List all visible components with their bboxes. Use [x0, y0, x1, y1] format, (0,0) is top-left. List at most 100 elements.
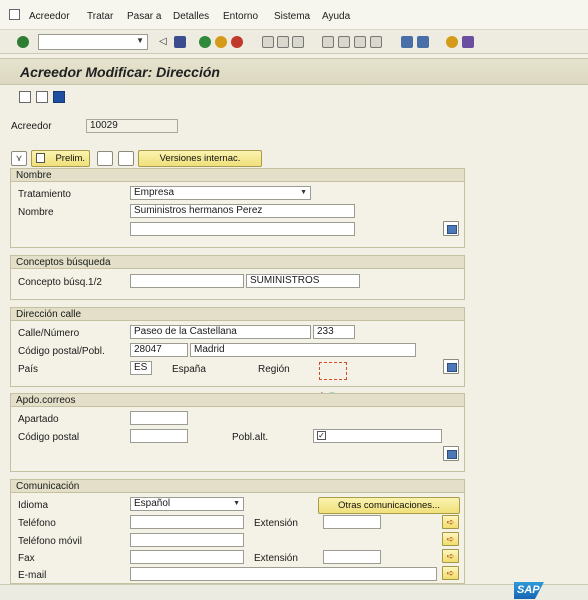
- fax-label: Fax: [18, 553, 35, 564]
- poblacion-field[interactable]: Madrid: [190, 343, 416, 357]
- apdo-cp-label: Código postal: [18, 432, 80, 443]
- command-field[interactable]: ▼: [38, 34, 148, 50]
- layout-icon[interactable]: [462, 36, 474, 48]
- fax-extension-label: Extensión: [254, 553, 298, 564]
- prelim-button[interactable]: Prelim.: [31, 150, 90, 167]
- copy-icon[interactable]: [118, 151, 134, 166]
- region-label: Región: [258, 364, 290, 375]
- nombre-field[interactable]: Suministros hermanos Perez: [130, 204, 355, 218]
- fax-more-icon[interactable]: ➪: [442, 549, 459, 563]
- versiones-internac-button[interactable]: Versiones internac.: [138, 150, 262, 167]
- name-detail-icon[interactable]: [443, 221, 459, 236]
- apartado-field[interactable]: [130, 411, 188, 425]
- chevron-down-icon: ▼: [233, 500, 240, 507]
- next-page-icon[interactable]: [354, 36, 366, 48]
- nombre-label: Nombre: [18, 207, 54, 218]
- find-icon[interactable]: [277, 36, 289, 48]
- tratamiento-select[interactable]: Empresa ▼: [130, 186, 311, 200]
- other-vendor-icon[interactable]: [36, 91, 48, 103]
- region-field[interactable]: [319, 362, 347, 380]
- email-more-icon[interactable]: ➪: [442, 566, 459, 580]
- pais-label: País: [18, 364, 39, 375]
- tratamiento-value: Empresa: [134, 187, 175, 198]
- find-next-icon[interactable]: [292, 36, 304, 48]
- tratamiento-label: Tratamiento: [18, 189, 71, 200]
- concepto1-field[interactable]: [130, 274, 244, 288]
- menu-detalles[interactable]: Detalles: [173, 11, 209, 22]
- new-session-icon[interactable]: [401, 36, 413, 48]
- comunicacion-group-title: Comunicación: [11, 480, 464, 493]
- email-field[interactable]: [130, 567, 437, 581]
- nombre-group-title: Nombre: [11, 169, 464, 182]
- busqueda-group-title: Conceptos búsqueda: [11, 256, 464, 269]
- idioma-value: Español: [134, 498, 171, 509]
- expand-icon[interactable]: ⋎: [11, 151, 27, 166]
- standard-toolbar: ▼ ◁: [0, 30, 588, 54]
- telefono-field[interactable]: [130, 515, 244, 529]
- chevron-down-icon: ▼: [300, 189, 307, 196]
- first-page-icon[interactable]: [322, 36, 334, 48]
- movil-more-icon[interactable]: ➪: [442, 532, 459, 546]
- acreedor-field: 10029: [86, 119, 178, 133]
- page-title: Acreedor Modificar: Dirección: [20, 64, 220, 80]
- address-detail-icon[interactable]: [443, 359, 459, 374]
- poblalt-field[interactable]: ✓: [313, 429, 442, 443]
- otras-comunicaciones-button[interactable]: Otras comunicaciones...: [318, 497, 460, 514]
- shortcut-icon[interactable]: [417, 36, 429, 48]
- numero-field[interactable]: 233: [313, 325, 355, 339]
- nombre2-field[interactable]: [130, 222, 355, 236]
- apdo-cp-field[interactable]: [130, 429, 188, 443]
- idioma-select[interactable]: Español ▼: [130, 497, 244, 511]
- idioma-label: Idioma: [18, 500, 49, 511]
- fax-field[interactable]: [130, 550, 244, 564]
- poblalt-label: Pobl.alt.: [232, 432, 269, 443]
- menu-pasar-a[interactable]: Pasar a: [127, 11, 161, 22]
- back-icon[interactable]: [199, 36, 211, 48]
- exit-icon[interactable]: [215, 36, 227, 48]
- menu-sistema[interactable]: Sistema: [274, 11, 310, 22]
- cp-label: Código postal/Pobl.: [18, 346, 105, 357]
- menu-acreedor[interactable]: Acreedor: [29, 11, 70, 22]
- concepto-label: Concepto búsq.1/2: [18, 277, 102, 288]
- fax-extension-field[interactable]: [323, 550, 381, 564]
- preview-icon: [36, 153, 45, 163]
- extension-field[interactable]: [323, 515, 381, 529]
- last-page-icon[interactable]: [370, 36, 382, 48]
- email-label: E-mail: [18, 570, 47, 581]
- enter-check-icon[interactable]: [17, 36, 29, 48]
- back-arrow-icon[interactable]: ◁: [159, 36, 171, 48]
- menu-tratar[interactable]: Tratar: [87, 11, 113, 22]
- display-change-icon[interactable]: [19, 91, 31, 103]
- info-icon[interactable]: [53, 91, 65, 103]
- checkbox-icon[interactable]: ✓: [317, 431, 326, 440]
- save-icon[interactable]: [174, 36, 186, 48]
- address-icon[interactable]: [97, 151, 113, 166]
- cancel-icon[interactable]: [231, 36, 243, 48]
- calle-field[interactable]: Paseo de la Castellana: [130, 325, 311, 339]
- pobox-detail-icon[interactable]: [443, 446, 459, 461]
- prelim-label: Prelim.: [55, 153, 85, 164]
- chevron-down-icon: ▼: [136, 36, 144, 45]
- window-menu-icon[interactable]: [9, 9, 20, 20]
- prev-page-icon[interactable]: [338, 36, 350, 48]
- menu-entorno[interactable]: Entorno: [223, 11, 258, 22]
- movil-label: Teléfono móvil: [18, 536, 82, 547]
- concepto2-field[interactable]: SUMINISTROS: [246, 274, 360, 288]
- telefono-label: Teléfono: [18, 518, 56, 529]
- extension-label: Extensión: [254, 518, 298, 529]
- menu-ayuda[interactable]: Ayuda: [322, 11, 350, 22]
- pais-field[interactable]: ES: [130, 361, 152, 375]
- apdo-group-title: Apdo.correos: [11, 394, 464, 407]
- acreedor-label: Acreedor: [11, 121, 52, 132]
- status-bar: [0, 584, 588, 600]
- help-icon[interactable]: [446, 36, 458, 48]
- menu-bar: Acreedor Tratar Pasar a Detalles Entorno…: [0, 0, 588, 30]
- apartado-label: Apartado: [18, 414, 59, 425]
- movil-field[interactable]: [130, 533, 244, 547]
- pais-text: España: [172, 364, 206, 375]
- direccion-group-title: Dirección calle: [11, 308, 464, 321]
- title-bar: Acreedor Modificar: Dirección: [0, 58, 588, 85]
- print-icon[interactable]: [262, 36, 274, 48]
- cp-field[interactable]: 28047: [130, 343, 188, 357]
- telefono-more-icon[interactable]: ➪: [442, 515, 459, 529]
